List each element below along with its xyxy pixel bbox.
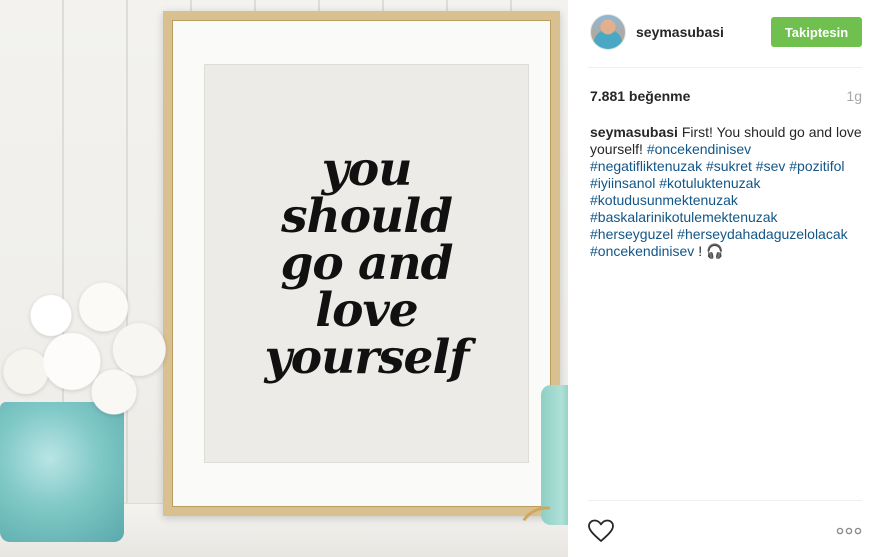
quote-text: you should go and love yourself [204,146,529,381]
hashtag-link[interactable]: #oncekendinisev [590,243,694,259]
hashtag-link[interactable]: #sev [756,158,786,174]
quote-line: love [315,283,418,338]
hashtag-link[interactable]: #baskalarinikotulemektenuzak [590,209,778,225]
hashtag-link[interactable]: #herseyguzel [590,226,673,242]
hashtag-link[interactable]: #herseydahadaguzelolacak [677,226,847,242]
hashtag-link[interactable]: #kotuluktenuzak [659,175,760,191]
heart-icon[interactable] [588,519,614,543]
quote-line: you [321,142,413,197]
hashtag-link[interactable]: #iyiinsanol [590,175,655,191]
author-username[interactable]: seymasubasi [636,24,724,40]
post-photo: you should go and love yourself [0,0,568,557]
frame-mat: you should go and love yourself [204,64,529,463]
caption: seymasubasi First! You should go and lov… [590,124,862,260]
hashtag-link[interactable]: #pozitifol [789,158,844,174]
picture-frame: you should go and love yourself [163,11,560,516]
post-time[interactable]: 1g [846,88,862,104]
avatar[interactable] [590,14,626,50]
likes-count[interactable]: 7.881 beğenme [590,88,690,104]
hashtag-link[interactable]: #kotudusunmektenuzak [590,192,738,208]
quote-line: yourself [264,330,469,385]
caption-trailing: ! 🎧 [698,243,724,259]
clutch-bag [541,385,568,525]
quote-line: should [281,189,453,244]
follow-button[interactable]: Takiptesin [771,17,862,47]
hashtag-link[interactable]: #sukret [706,158,752,174]
post-side-panel: seymasubasi Takiptesin 7.881 beğenme 1g … [568,0,880,557]
hashtag-link[interactable]: #negatifliktenuzak [590,158,702,174]
more-options-icon[interactable] [836,523,862,539]
caption-username[interactable]: seymasubasi [590,124,678,140]
post-actions [588,500,862,557]
flowers [0,256,198,426]
likes-row: 7.881 beğenme 1g [590,88,862,106]
hashtag-link[interactable]: #oncekendinisev [647,141,751,157]
quote-line: go and [280,236,453,291]
